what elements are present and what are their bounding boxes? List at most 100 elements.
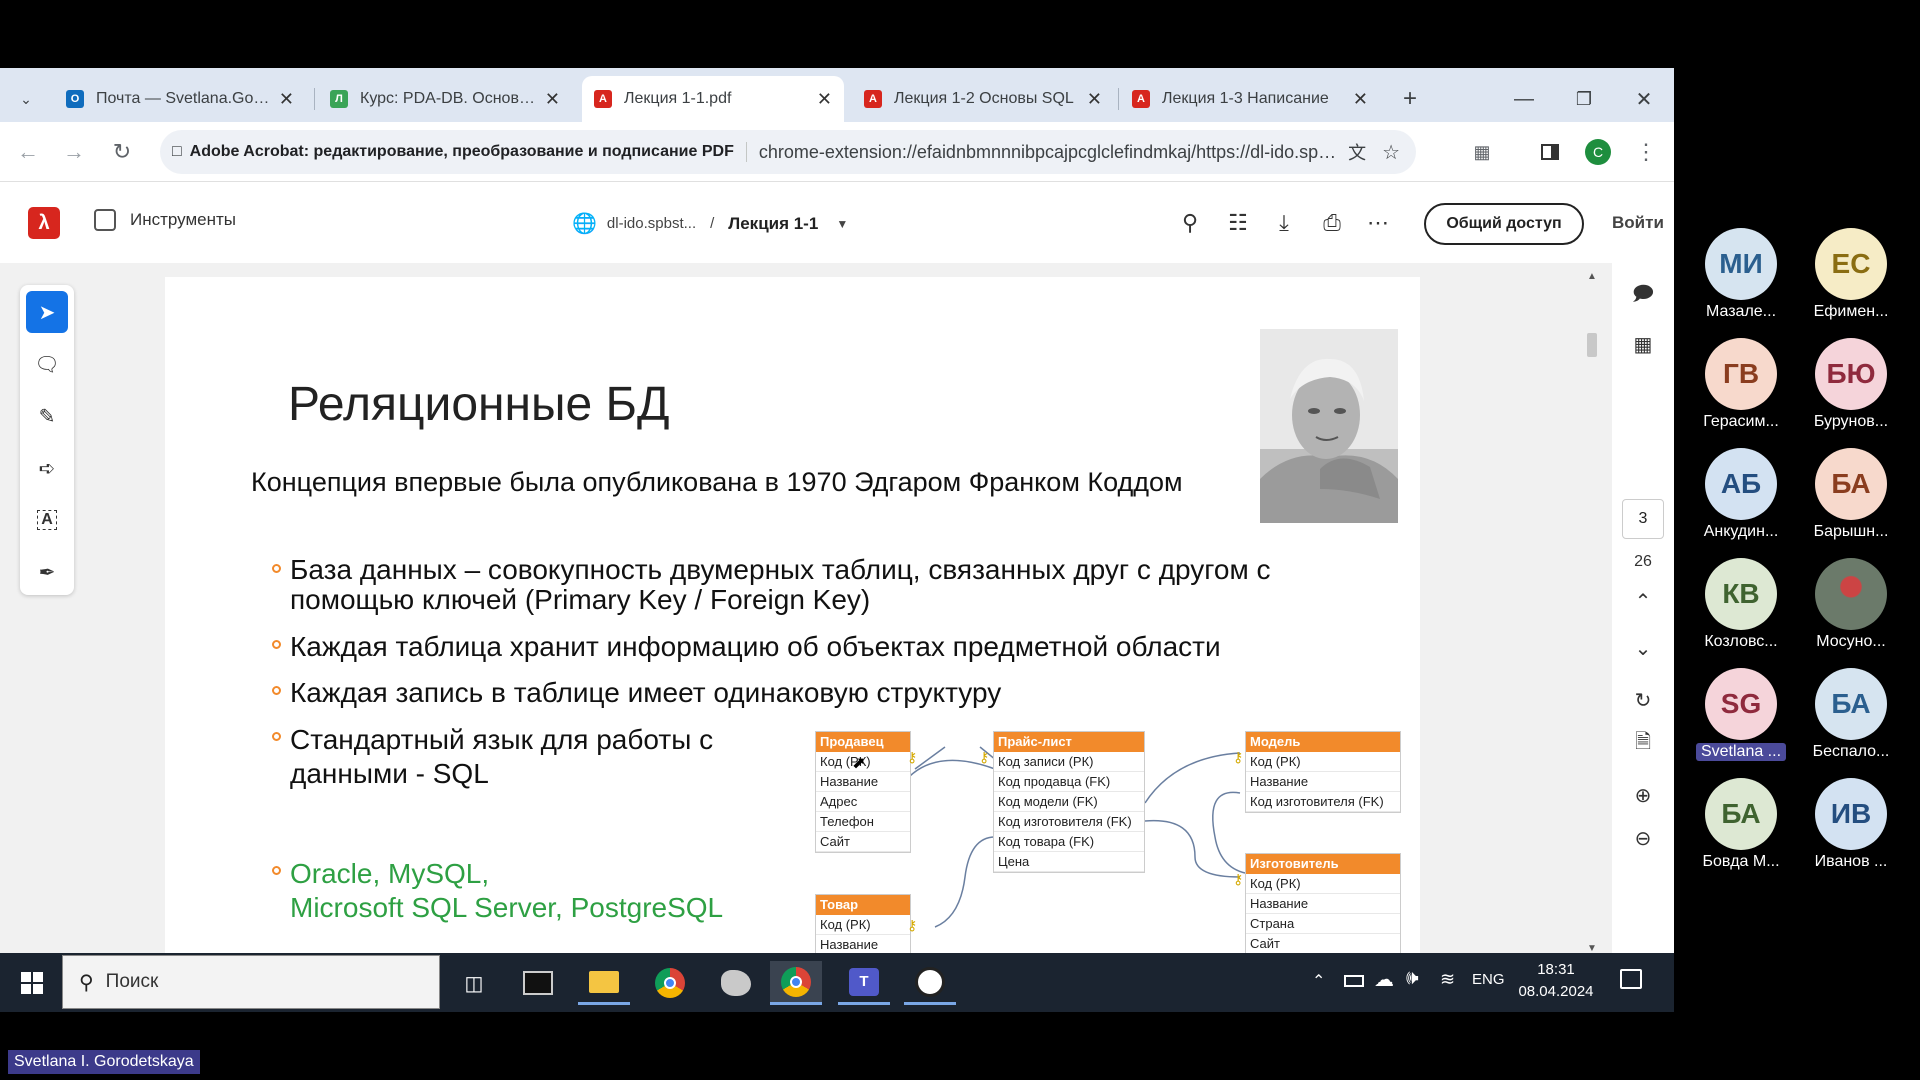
participant-tile[interactable]: МИ Мазале...	[1696, 228, 1786, 321]
page-display-button[interactable]: 🗎	[1628, 729, 1658, 759]
vertical-scrollbar[interactable]: ▲ ▼	[1585, 271, 1599, 954]
close-icon[interactable]: ✕	[1353, 89, 1368, 110]
pdf-page: Реляционные БД Концепция впервые была оп…	[165, 277, 1420, 957]
taskbar-app-explorer[interactable]	[578, 961, 630, 1005]
participant-name: Svetlana ...	[1696, 743, 1786, 761]
browser-menu-button[interactable]: ⋮	[1628, 134, 1664, 170]
previous-page-button[interactable]: ⌃	[1628, 586, 1658, 616]
taskbar-app-chrome[interactable]	[644, 961, 696, 1005]
language-indicator[interactable]: ENG	[1472, 971, 1505, 988]
extensions-button[interactable]: ▦	[1464, 134, 1500, 170]
taskbar-search[interactable]: ⚲ Поиск	[62, 955, 440, 1009]
reload-button[interactable]: ↻	[104, 134, 140, 170]
select-tool-button[interactable]: ➤	[26, 291, 68, 333]
draw-tool-button[interactable]: ➪	[26, 447, 68, 489]
url-text: chrome-extension://efaidnbmnnnibpcajpcgl…	[758, 141, 1339, 162]
participant-tile[interactable]: ГВ Герасим...	[1696, 338, 1786, 431]
taskbar-app-chrome-active[interactable]	[770, 961, 822, 1005]
participant-tile[interactable]: Мосуно...	[1806, 558, 1896, 651]
participant-tile[interactable]: SG Svetlana ...	[1696, 668, 1786, 761]
translate-icon[interactable]: 文	[1348, 139, 1366, 165]
close-icon[interactable]: ✕	[279, 89, 294, 110]
bookmark-star-icon[interactable]: ☆	[1382, 140, 1400, 165]
more-button[interactable]: ⋯	[1360, 205, 1396, 241]
page-thumbnails-button[interactable]: ☷	[1220, 205, 1256, 241]
breadcrumb-site[interactable]: dl-ido.spbst...	[607, 215, 696, 232]
address-bar[interactable]: □ Adobe Acrobat: редактирование, преобра…	[160, 130, 1416, 174]
participant-tile[interactable]: ИВ Иванов ...	[1806, 778, 1896, 871]
print-button[interactable]: ⎙	[1314, 205, 1350, 241]
minimize-button[interactable]: —	[1500, 76, 1548, 122]
avatar: БА	[1815, 448, 1887, 520]
document-name[interactable]: Лекция 1-1	[728, 214, 818, 234]
new-tab-button[interactable]: +	[1390, 76, 1430, 122]
sign-tool-button[interactable]: ✒	[26, 551, 68, 593]
erd-table-header: Прайс-лист	[994, 732, 1144, 752]
comment-tool-button[interactable]: 🗨	[26, 343, 68, 385]
rotate-button[interactable]: ↻	[1628, 685, 1658, 715]
wifi-icon[interactable]: ≋	[1440, 969, 1455, 990]
erd-field: Название	[816, 772, 910, 792]
tab-title: Лекция 1-1.pdf	[624, 90, 732, 107]
profile-button[interactable]: C	[1580, 134, 1616, 170]
scroll-thumb[interactable]	[1587, 333, 1597, 357]
site-label: Adobe Acrobat: редактирование, преобразо…	[189, 143, 734, 160]
share-button[interactable]: Общий доступ	[1424, 203, 1584, 245]
sign-in-link[interactable]: Войти	[1612, 213, 1664, 233]
acrobat-logo[interactable]: λ	[28, 207, 60, 239]
tab-mail[interactable]: O Почта — Svetlana.Gorod ✕	[54, 76, 306, 122]
notifications-icon[interactable]	[1620, 969, 1642, 989]
task-view-button[interactable]: ◫	[448, 961, 500, 1005]
taskbar-app-teams[interactable]: T	[838, 961, 890, 1005]
windows-logo-icon	[21, 972, 43, 994]
tab-search-button[interactable]: ⌄	[6, 76, 46, 122]
participant-tile[interactable]: БЮ Бурунов...	[1806, 338, 1896, 431]
tab-course[interactable]: Л Курс: PDA-DB. Основы б ✕	[318, 76, 572, 122]
chevron-down-icon[interactable]: ▼	[836, 217, 848, 231]
close-icon[interactable]: ✕	[1087, 89, 1102, 110]
key-icon: ⚷	[1233, 871, 1244, 887]
highlight-tool-button[interactable]: ✎	[26, 395, 68, 437]
battery-icon[interactable]	[1344, 975, 1364, 987]
tab-lecture-1-2[interactable]: A Лекция 1-2 Основы SQL ✕	[852, 76, 1114, 122]
tab-lecture-1-1[interactable]: A Лекция 1-1.pdf ✕	[582, 76, 844, 122]
text-tool-button[interactable]: A	[26, 499, 68, 541]
taskbar-app-game[interactable]	[904, 961, 956, 1005]
chevron-up-icon[interactable]: ⌃	[1312, 971, 1325, 991]
close-icon[interactable]: ✕	[545, 89, 560, 110]
pages-icon: ☷	[1228, 210, 1248, 235]
tools-button[interactable]: Инструменты	[94, 209, 236, 231]
taskbar-app-terminal[interactable]	[512, 961, 564, 1005]
breadcrumb: 🌐 dl-ido.spbst... / Лекция 1-1 ▼	[572, 211, 848, 236]
cloud-icon[interactable]: ☁	[1374, 967, 1394, 992]
side-panel-button[interactable]	[1532, 134, 1568, 170]
participant-tile[interactable]: АБ Анкудин...	[1696, 448, 1786, 541]
thumbnails-button[interactable]: ▦	[1628, 329, 1658, 359]
participant-tile[interactable]: БА Бовда М...	[1696, 778, 1786, 871]
scroll-up-icon[interactable]: ▲	[1587, 271, 1597, 282]
search-button[interactable]: ⚲	[1172, 205, 1208, 241]
next-page-button[interactable]: ⌄	[1628, 633, 1658, 663]
start-button[interactable]	[6, 961, 58, 1005]
forward-button[interactable]: →	[56, 134, 92, 170]
close-window-button[interactable]: ✕	[1620, 76, 1668, 122]
participant-tile[interactable]: БА Барышн...	[1806, 448, 1896, 541]
participant-tile[interactable]: БА Беспало...	[1806, 668, 1896, 761]
taskbar-app-snipping[interactable]	[710, 961, 762, 1005]
back-button[interactable]: ←	[10, 134, 46, 170]
download-button[interactable]: ⤓	[1266, 205, 1302, 241]
chevron-up-icon: ⌃	[1634, 590, 1652, 613]
acrobat-icon: A	[864, 90, 882, 108]
restore-button[interactable]: ❐	[1560, 76, 1608, 122]
comments-button[interactable]: 🗩	[1628, 281, 1658, 311]
participant-tile[interactable]: КВ Козловс...	[1696, 558, 1786, 651]
zoom-in-button[interactable]: ⊕	[1628, 780, 1658, 810]
download-icon: ⤓	[1279, 210, 1289, 235]
zoom-out-button[interactable]: ⊖	[1628, 823, 1658, 853]
clock[interactable]: 18:31 08.04.2024	[1516, 959, 1596, 1003]
current-page-input[interactable]: 3	[1622, 499, 1664, 539]
tab-lecture-1-3[interactable]: A Лекция 1-3 Написание ✕	[1120, 76, 1380, 122]
volume-icon[interactable]: 🕪	[1406, 967, 1419, 990]
participant-tile[interactable]: ЕС Ефимен...	[1806, 228, 1896, 321]
close-icon[interactable]: ✕	[817, 89, 832, 110]
